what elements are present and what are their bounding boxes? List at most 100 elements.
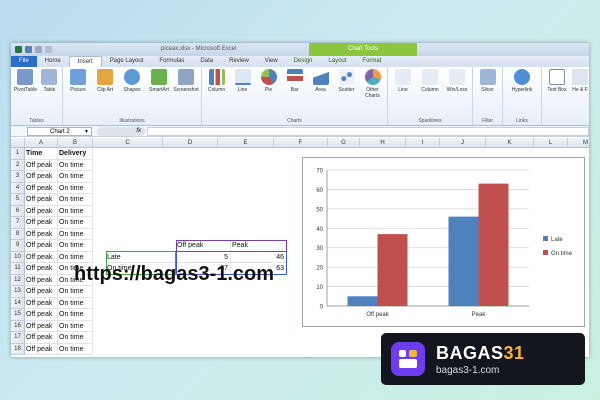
cell-b4[interactable]: On time <box>58 182 93 194</box>
column-header-m[interactable]: M <box>568 138 589 148</box>
undo-icon[interactable] <box>35 46 42 53</box>
hyperlink-button[interactable]: Hyperlink <box>505 69 539 93</box>
cell-b18[interactable]: On time <box>58 343 93 355</box>
spreadsheet-grid[interactable]: ABCDEFGHIJKLM 1 2 3 4 5 6 7 8 9 10 11 12 13 14 15 16 17 1… <box>11 138 589 357</box>
row-header-10[interactable]: 10 <box>11 251 25 263</box>
cell-a7[interactable]: Off peak <box>25 217 58 229</box>
row-header-11[interactable]: 11 <box>11 263 25 275</box>
chevron-down-icon[interactable]: ▼ <box>84 128 89 136</box>
column-header-g[interactable]: G <box>328 138 360 148</box>
column-header-h[interactable]: H <box>360 138 406 148</box>
cell-a15[interactable]: Off peak <box>25 309 58 321</box>
header-footer-button[interactable]: He & F <box>571 69 589 93</box>
pie-chart-button[interactable]: Pie <box>256 69 281 99</box>
row-header-8[interactable]: 8 <box>11 228 25 240</box>
shapes-button[interactable]: Shapes <box>119 69 145 93</box>
scatter-chart-button[interactable]: Scatter <box>334 69 359 99</box>
screenshot-button[interactable]: Screenshot <box>173 69 199 93</box>
row-header-1[interactable]: 1 <box>11 148 25 160</box>
cell-a6[interactable]: Off peak <box>25 205 58 217</box>
column-header-l[interactable]: L <box>534 138 568 148</box>
picture-button[interactable]: Picture <box>65 69 91 93</box>
row-header-12[interactable]: 12 <box>11 274 25 286</box>
pivottable-button[interactable]: PivotTable <box>13 69 38 93</box>
row-header-14[interactable]: 14 <box>11 297 25 309</box>
cell-b5[interactable]: On time <box>58 194 93 206</box>
cell-a1[interactable]: Time <box>25 148 58 160</box>
row-header-16[interactable]: 16 <box>11 320 25 332</box>
text-box-button[interactable]: Text Box <box>544 69 570 93</box>
cell-a16[interactable]: Off peak <box>25 320 58 332</box>
tab-format[interactable]: Format <box>354 56 389 67</box>
tab-home[interactable]: Home <box>37 56 69 67</box>
column-header-d[interactable]: D <box>163 138 218 148</box>
column-header-c[interactable]: C <box>93 138 163 148</box>
tab-file[interactable]: File <box>11 56 37 67</box>
cell-a5[interactable]: Off peak <box>25 194 58 206</box>
sparkline-winloss-button[interactable]: Win/Loss <box>444 69 470 93</box>
tab-review[interactable]: Review <box>221 56 257 67</box>
cell-a11[interactable]: Off peak <box>25 263 58 275</box>
cell-b10[interactable]: On time <box>58 251 93 263</box>
column-header-b[interactable]: B <box>58 138 93 148</box>
column-header-a[interactable]: A <box>25 138 58 148</box>
cell-b13[interactable]: On time <box>58 286 93 298</box>
save-icon[interactable] <box>25 46 32 53</box>
cell-b17[interactable]: On time <box>58 332 93 344</box>
row-header-13[interactable]: 13 <box>11 286 25 298</box>
row-header-2[interactable]: 2 <box>11 159 25 171</box>
cell-a3[interactable]: Off peak <box>25 171 58 183</box>
area-chart-button[interactable]: Area <box>308 69 333 99</box>
tab-view[interactable]: View <box>257 56 286 67</box>
cell-b16[interactable]: On time <box>58 320 93 332</box>
table-button[interactable]: Table <box>39 69 60 93</box>
cell-b1[interactable]: Delivery <box>58 148 93 160</box>
tab-insert[interactable]: Insert <box>68 56 102 67</box>
row-header-17[interactable]: 17 <box>11 332 25 344</box>
cell-a4[interactable]: Off peak <box>25 182 58 194</box>
clip-art-button[interactable]: Clip Art <box>92 69 118 93</box>
cell-a8[interactable]: Off peak <box>25 228 58 240</box>
tab-design[interactable]: Design <box>286 56 321 67</box>
slicer-button[interactable]: Slicer <box>475 69 500 93</box>
row-header-4[interactable]: 4 <box>11 182 25 194</box>
cell-b8[interactable]: On time <box>58 228 93 240</box>
sparkline-line-button[interactable]: Line <box>390 69 416 93</box>
column-header-j[interactable]: J <box>440 138 486 148</box>
tab-layout[interactable]: Layout <box>320 56 354 67</box>
column-header-k[interactable]: K <box>486 138 534 148</box>
cell-a18[interactable]: Off peak <box>25 343 58 355</box>
redo-icon[interactable] <box>45 46 52 53</box>
cell-a9[interactable]: Off peak <box>25 240 58 252</box>
cell-b3[interactable]: On time <box>58 171 93 183</box>
select-all-corner[interactable] <box>11 138 25 148</box>
column-header-i[interactable]: I <box>406 138 440 148</box>
fx-icon[interactable]: fx <box>97 126 145 136</box>
column-header-f[interactable]: F <box>274 138 328 148</box>
row-header-3[interactable]: 3 <box>11 171 25 183</box>
smartart-button[interactable]: SmartArt <box>146 69 172 93</box>
row-header-18[interactable]: 18 <box>11 343 25 355</box>
line-chart-button[interactable]: Line <box>230 69 255 99</box>
cell-b15[interactable]: On time <box>58 309 93 321</box>
cell-b9[interactable]: On time <box>58 240 93 252</box>
other-charts-button[interactable]: Other Charts <box>360 69 385 99</box>
cell-a17[interactable]: Off peak <box>25 332 58 344</box>
cell-b7[interactable]: On time <box>58 217 93 229</box>
cell-a13[interactable]: Off peak <box>25 286 58 298</box>
cell-a10[interactable]: Off peak <box>25 251 58 263</box>
row-header-7[interactable]: 7 <box>11 217 25 229</box>
cell-a12[interactable]: Off peak <box>25 274 58 286</box>
row-header-5[interactable]: 5 <box>11 194 25 206</box>
tab-data[interactable]: Data <box>192 56 221 67</box>
bar-chart-button[interactable]: Bar <box>282 69 307 99</box>
tab-page-layout[interactable]: Page Layout <box>102 56 152 67</box>
row-header-9[interactable]: 9 <box>11 240 25 252</box>
cell-a14[interactable]: Off peak <box>25 297 58 309</box>
cell-b6[interactable]: On time <box>58 205 93 217</box>
cell-b14[interactable]: On time <box>58 297 93 309</box>
name-box[interactable]: Chart 2 ▼ <box>27 126 92 136</box>
cell-a2[interactable]: Off peak <box>25 159 58 171</box>
formula-input[interactable] <box>147 126 589 136</box>
column-chart-button[interactable]: Column <box>204 69 229 99</box>
